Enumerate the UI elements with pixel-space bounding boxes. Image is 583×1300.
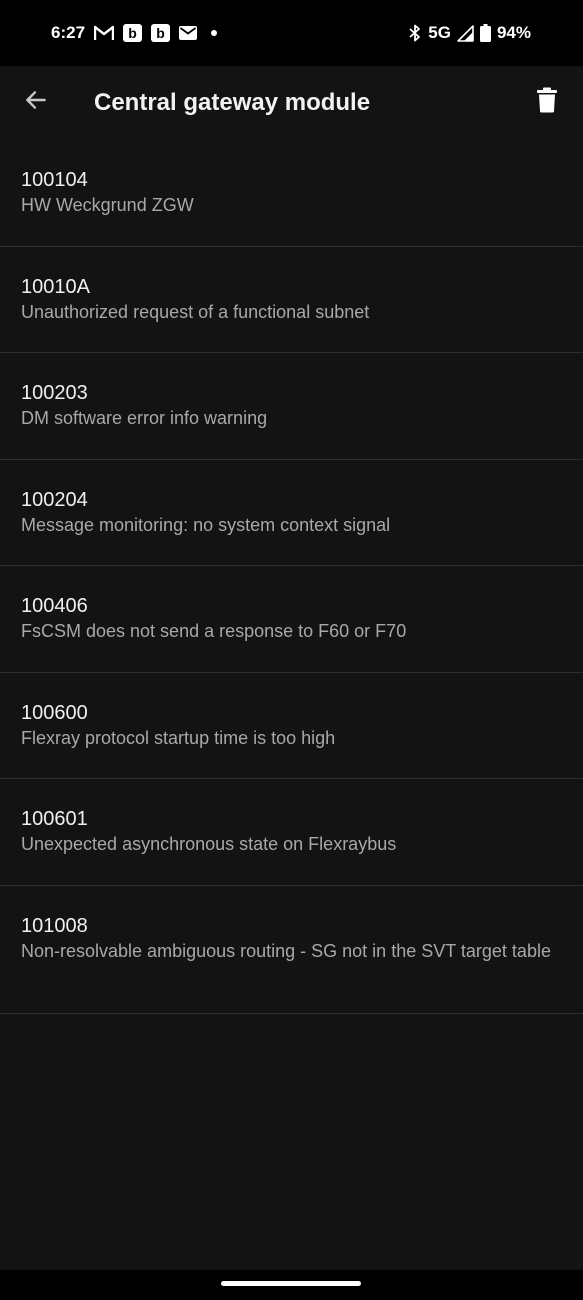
gesture-nav-bar	[0, 1270, 583, 1300]
list-item[interactable]: 100600 Flexray protocol startup time is …	[0, 673, 583, 779]
mail-icon	[179, 26, 197, 40]
fault-code: 100203	[21, 382, 88, 404]
fault-code: 100406	[21, 595, 88, 617]
dot-icon	[211, 30, 217, 36]
b-app-icon: b	[123, 24, 142, 42]
list-item[interactable]: 10010A Unauthorized request of a functio…	[0, 247, 583, 353]
fault-description: DM software error info warning	[21, 408, 268, 428]
back-button[interactable]	[16, 80, 56, 124]
list-item[interactable]: 100601 Unexpected asynchronous state on …	[0, 779, 583, 886]
app-bar: Central gateway module	[0, 66, 583, 140]
home-handle[interactable]	[221, 1281, 361, 1286]
status-bar: 6:27 b b 5G 94%	[0, 0, 583, 66]
list-item[interactable]: 100204 Message monitoring: no system con…	[0, 460, 583, 566]
status-time: 6:27	[51, 23, 86, 42]
delete-button[interactable]	[525, 80, 569, 124]
fault-code: 100104	[21, 169, 88, 191]
arrow-left-icon	[23, 87, 49, 118]
fault-code: 100600	[21, 701, 88, 724]
fault-description: Unauthorized request of a functional sub…	[21, 301, 370, 322]
bluetooth-icon	[408, 24, 422, 42]
battery-icon	[479, 24, 491, 42]
fault-code: 100601	[21, 808, 88, 830]
fault-description: HW Weckgrund ZGW	[21, 195, 194, 215]
system-status: 5G 94%	[408, 22, 531, 44]
fault-description: Unexpected asynchronous state on Flexray…	[21, 834, 397, 854]
list-item[interactable]: 100104 HW Weckgrund ZGW	[0, 140, 583, 247]
signal-icon	[457, 24, 474, 42]
trash-icon	[536, 87, 558, 118]
fault-description: Message monitoring: no system context si…	[21, 514, 391, 535]
b-app-icon: b	[151, 24, 170, 42]
battery-percentage: 94%	[496, 23, 531, 42]
network-type: 5G	[428, 23, 451, 42]
fault-code: 101008	[21, 914, 88, 937]
list-item[interactable]: 101008 Non-resolvable ambiguous routing …	[0, 886, 583, 1014]
page-title: Central gateway module	[94, 89, 371, 116]
fault-code: 10010A	[21, 275, 90, 298]
fault-code: 100204	[21, 488, 88, 511]
fault-description: Flexray protocol startup time is too hig…	[21, 727, 336, 748]
fault-code-list: 100104 HW Weckgrund ZGW 10010A Unauthori…	[0, 140, 583, 1270]
list-item[interactable]: 100203 DM software error info warning	[0, 353, 583, 460]
notification-icons: b b	[94, 23, 217, 43]
gmail-icon	[94, 25, 114, 41]
fault-description: FsCSM does not send a response to F60 or…	[21, 621, 407, 641]
fault-description: Non-resolvable ambiguous routing - SG no…	[21, 940, 551, 961]
list-item[interactable]: 100406 FsCSM does not send a response to…	[0, 566, 583, 673]
